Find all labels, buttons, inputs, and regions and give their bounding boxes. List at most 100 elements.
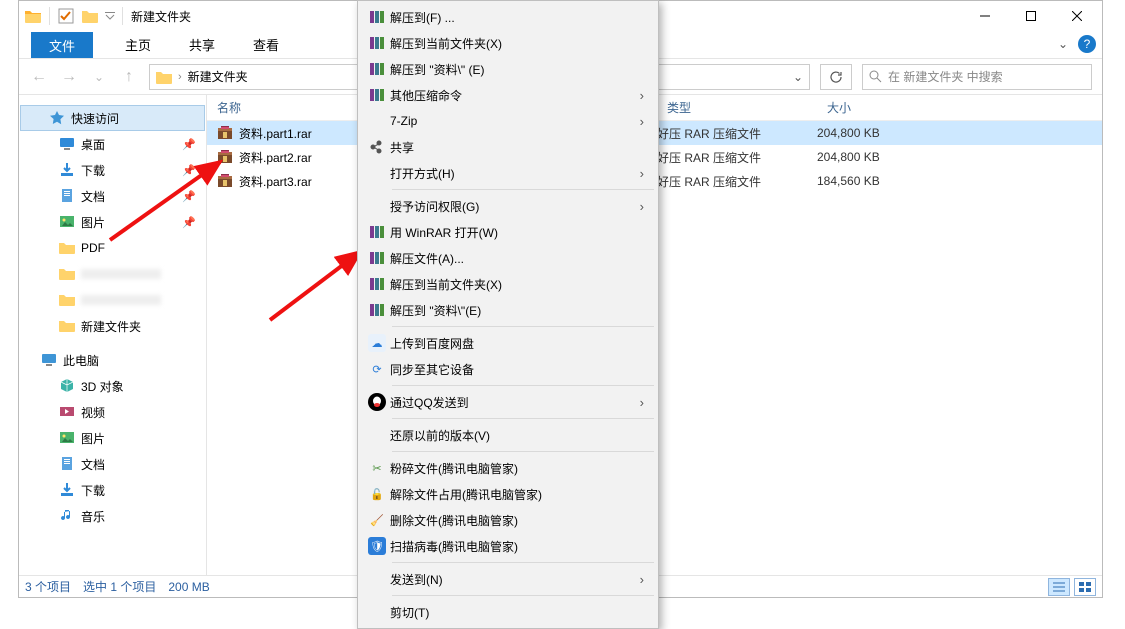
menu-item[interactable]: ☁上传到百度网盘 [360, 330, 656, 356]
qq-icon [364, 393, 390, 411]
breadcrumb-location[interactable]: 新建文件夹 [188, 68, 248, 85]
sidebar-item-label: 视频 [81, 404, 105, 421]
menu-item[interactable]: 解压到(F) ... [360, 4, 656, 30]
submenu-arrow-icon: › [640, 88, 644, 103]
chevron-down-icon[interactable]: ⌄ [793, 70, 803, 84]
status-selection: 选中 1 个项目 [83, 578, 156, 595]
sync-icon: ⟳ [364, 360, 390, 378]
share-icon [364, 139, 390, 155]
sidebar-item-label: 新建文件夹 [81, 318, 141, 335]
menu-item[interactable]: 解压到当前文件夹(X) [360, 271, 656, 297]
menu-separator [392, 385, 654, 386]
menu-item[interactable]: 共享 [360, 134, 656, 160]
file-type: 好压 RAR 压缩文件 [657, 125, 817, 142]
menu-item[interactable]: 还原以前的版本(V) [360, 422, 656, 448]
menu-separator [392, 451, 654, 452]
shred-icon: ✂ [364, 459, 390, 477]
help-button[interactable]: ? [1078, 35, 1096, 53]
menu-item[interactable]: 7-Zip› [360, 108, 656, 134]
sidebar-item[interactable]: 3D 对象 [19, 373, 206, 399]
submenu-arrow-icon: › [640, 572, 644, 587]
ribbon-tab-home[interactable]: 主页 [119, 30, 157, 58]
sidebar-item[interactable]: 视频 [19, 399, 206, 425]
menu-item[interactable]: 授予访问权限(G)› [360, 193, 656, 219]
nav-forward-button[interactable]: → [59, 68, 79, 86]
menu-item-label: 解压到 "资料\"(E) [390, 302, 481, 319]
menu-item[interactable]: 解压到 "资料\"(E) [360, 297, 656, 323]
menu-item[interactable]: 解压到 "资料\" (E) [360, 56, 656, 82]
search-input[interactable]: 在 新建文件夹 中搜索 [862, 64, 1092, 90]
view-details-button[interactable] [1048, 578, 1070, 596]
rar-icon [364, 34, 390, 52]
3d-icon [59, 378, 75, 394]
status-item-count: 3 个项目 [25, 578, 71, 595]
menu-item[interactable]: ⟳同步至其它设备 [360, 356, 656, 382]
menu-item[interactable]: 剪切(T) [360, 599, 656, 625]
ribbon-expand-icon[interactable]: ⌄ [1058, 37, 1068, 51]
view-icons-button[interactable] [1074, 578, 1096, 596]
search-icon [869, 70, 882, 83]
menu-item[interactable]: 解压到当前文件夹(X) [360, 30, 656, 56]
menu-item[interactable]: 用 WinRAR 打开(W) [360, 219, 656, 245]
menu-separator [392, 189, 654, 190]
menu-item-label: 解压到(F) ... [390, 9, 455, 26]
folder-icon [156, 70, 172, 84]
menu-item[interactable]: 🛡扫描病毒(腾讯电脑管家) [360, 533, 656, 559]
pic-icon [59, 214, 75, 230]
menu-item[interactable]: 打开方式(H)› [360, 160, 656, 186]
sidebar-item[interactable] [19, 261, 206, 287]
column-size[interactable]: 大小 [817, 99, 917, 116]
rar-icon [364, 249, 390, 267]
context-menu: 解压到(F) ... 解压到当前文件夹(X) 解压到 "资料\" (E) 其他压缩命令… [357, 0, 659, 629]
sidebar-item[interactable]: 新建文件夹 [19, 313, 206, 339]
file-size: 204,800 KB [817, 126, 917, 140]
sidebar-item[interactable]: 文档 [19, 451, 206, 477]
sidebar-this-pc[interactable]: 此电脑 [19, 347, 206, 373]
ribbon-tab-view[interactable]: 查看 [247, 30, 285, 58]
menu-item[interactable]: 🔓解除文件占用(腾讯电脑管家) [360, 481, 656, 507]
menu-item-label: 解压到 "资料\" (E) [390, 61, 485, 78]
sidebar-item[interactable]: 图片 [19, 425, 206, 451]
menu-item-label: 解压到当前文件夹(X) [390, 35, 502, 52]
menu-item[interactable]: 解压文件(A)... [360, 245, 656, 271]
maximize-button[interactable] [1008, 1, 1054, 31]
menu-item-label: 删除文件(腾讯电脑管家) [390, 512, 518, 529]
nav-back-button[interactable]: ← [29, 68, 49, 86]
menu-item[interactable]: 通过QQ发送到 › [360, 389, 656, 415]
pc-icon [41, 352, 57, 368]
ribbon-tab-share[interactable]: 共享 [183, 30, 221, 58]
nav-up-button[interactable]: ↑ [119, 68, 139, 86]
close-button[interactable] [1054, 1, 1100, 31]
sidebar-item[interactable] [19, 287, 206, 313]
search-placeholder: 在 新建文件夹 中搜索 [888, 68, 1003, 85]
submenu-arrow-icon: › [640, 166, 644, 181]
doc-icon [59, 456, 75, 472]
qat-dropdown-icon[interactable] [79, 5, 101, 27]
menu-item[interactable]: ✂粉碎文件(腾讯电脑管家) [360, 455, 656, 481]
file-name: 资料.part3.rar [239, 173, 312, 190]
sidebar-item[interactable]: 音乐 [19, 503, 206, 529]
nav-history-dropdown[interactable]: ⌄ [89, 70, 109, 84]
submenu-arrow-icon: › [640, 199, 644, 214]
menu-item-label: 发送到(N) [390, 571, 443, 588]
rar-icon [364, 60, 390, 78]
sidebar-item-label [81, 269, 161, 279]
music-icon [59, 508, 75, 524]
ribbon-tab-file[interactable]: 文件 [31, 32, 93, 58]
menu-item[interactable]: 发送到(N) › [360, 566, 656, 592]
sidebar-quick-access[interactable]: 快速访问 [20, 105, 205, 131]
qat-chevron-icon[interactable] [103, 5, 117, 27]
menu-item-label: 上传到百度网盘 [390, 335, 474, 352]
star-icon [49, 110, 65, 126]
column-type[interactable]: 类型 [657, 99, 817, 116]
folder-icon [59, 318, 75, 334]
file-size: 204,800 KB [817, 150, 917, 164]
menu-item[interactable]: 其他压缩命令› [360, 82, 656, 108]
minimize-button[interactable] [962, 1, 1008, 31]
refresh-button[interactable] [820, 64, 852, 90]
menu-item[interactable]: 🧹删除文件(腾讯电脑管家) [360, 507, 656, 533]
menu-item-label: 通过QQ发送到 [390, 394, 469, 411]
submenu-arrow-icon: › [640, 395, 644, 410]
qat-checkbox-icon[interactable] [55, 5, 77, 27]
sidebar-item[interactable]: 下载 [19, 477, 206, 503]
